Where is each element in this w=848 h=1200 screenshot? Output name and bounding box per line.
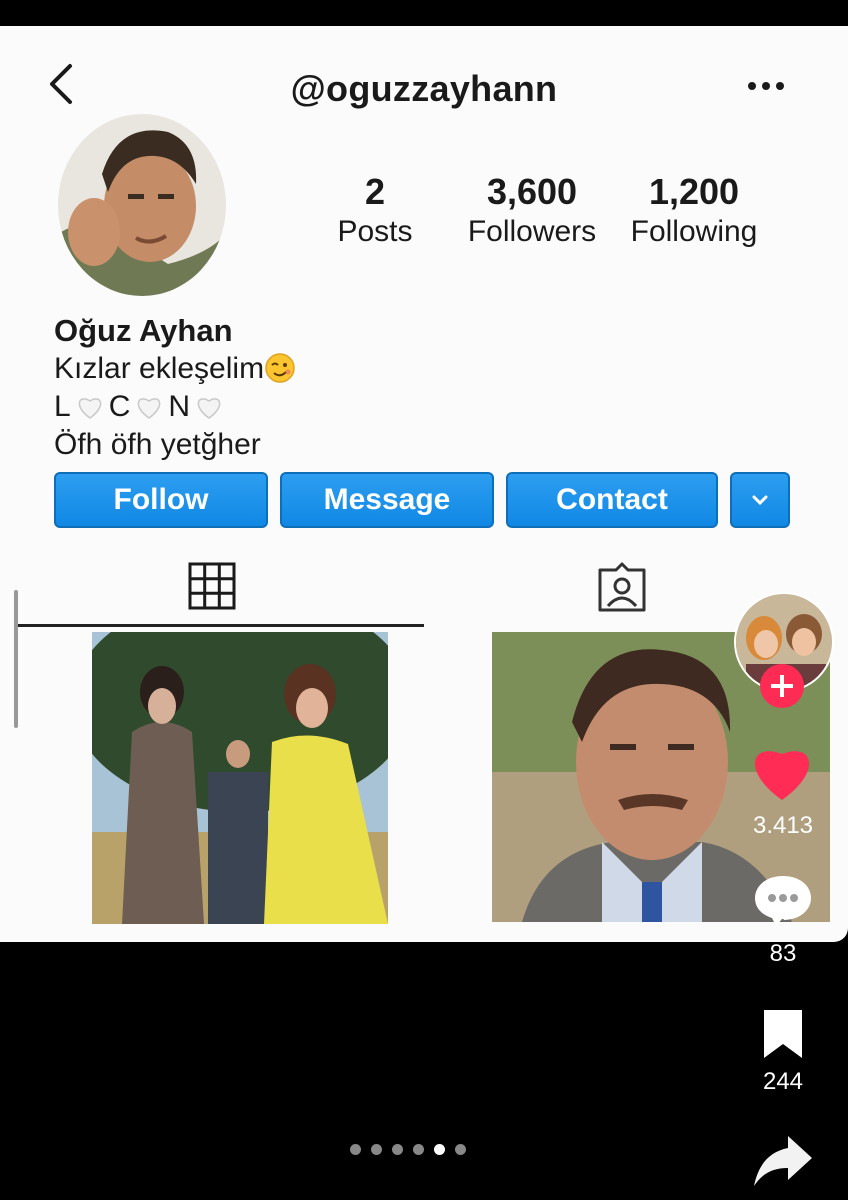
winking-face-emoji-icon: [265, 353, 295, 383]
following-count: 1,200: [648, 171, 740, 212]
following-label: Following: [630, 215, 758, 248]
more-options-icon[interactable]: [744, 76, 788, 96]
suggested-dropdown-button[interactable]: [730, 472, 790, 528]
carousel-dot[interactable]: [413, 1144, 424, 1155]
carousel-dot[interactable]: [455, 1144, 466, 1155]
like-heart-icon[interactable]: [748, 740, 816, 802]
posts-stat[interactable]: 2 Posts: [318, 172, 432, 252]
status-bar: [0, 0, 848, 26]
bio-letter-l: L: [54, 390, 71, 423]
white-heart-icon: [138, 398, 161, 419]
posts-label: Posts: [337, 215, 413, 248]
chevron-down-icon: [752, 495, 768, 506]
follow-plus-icon[interactable]: [758, 662, 806, 710]
bio-line-2: LCN: [54, 388, 296, 426]
posts-count: 2: [364, 171, 386, 212]
bookmark-icon[interactable]: [760, 1008, 806, 1060]
comment-count: 83: [769, 940, 797, 967]
bio-letter-c: C: [108, 390, 131, 423]
carousel-dot[interactable]: [371, 1144, 382, 1155]
display-name: Oğuz Ayhan: [54, 313, 233, 348]
followers-label: Followers: [467, 215, 597, 248]
scrollbar[interactable]: [14, 590, 18, 728]
profile-bio: Oğuz Ayhan Kızlar ekleşelim L C N Öfh öfh …: [54, 312, 296, 464]
followers-stat[interactable]: 3,600 Followers: [460, 172, 604, 252]
profile-screenshot: @oguzzayhann 2 Posts 3,600 Followers 1,2…: [0, 26, 848, 942]
white-heart-icon: [78, 398, 101, 419]
like-count: 3.413: [752, 812, 814, 839]
grid-icon[interactable]: [188, 562, 236, 610]
comment-icon[interactable]: [752, 872, 814, 928]
carousel-indicator: [350, 1144, 466, 1155]
active-tab-indicator: [18, 624, 424, 627]
follow-button[interactable]: Follow: [54, 472, 268, 528]
carousel-dot[interactable]: [392, 1144, 403, 1155]
save-count: 244: [762, 1068, 804, 1095]
message-button[interactable]: Message: [280, 472, 494, 528]
tagged-user-icon[interactable]: [596, 562, 648, 612]
bio-line-3: Öfh öfh yetğher: [54, 428, 261, 461]
following-stat[interactable]: 1,200 Following: [624, 172, 764, 252]
bio-letter-n: N: [168, 390, 191, 423]
carousel-dot-active[interactable]: [434, 1144, 445, 1155]
bio-text-1: Kızlar ekleşelim: [54, 352, 265, 385]
avatar[interactable]: [58, 114, 226, 296]
contact-button[interactable]: Contact: [506, 472, 718, 528]
share-icon[interactable]: [752, 1132, 814, 1188]
carousel-dot[interactable]: [350, 1144, 361, 1155]
post-thumbnail-1[interactable]: [92, 632, 388, 924]
profile-username: @oguzzayhann: [290, 68, 558, 109]
white-heart-icon: [197, 398, 221, 419]
followers-count: 3,600: [486, 171, 578, 212]
bio-line-1: Kızlar ekleşelim: [54, 350, 296, 388]
